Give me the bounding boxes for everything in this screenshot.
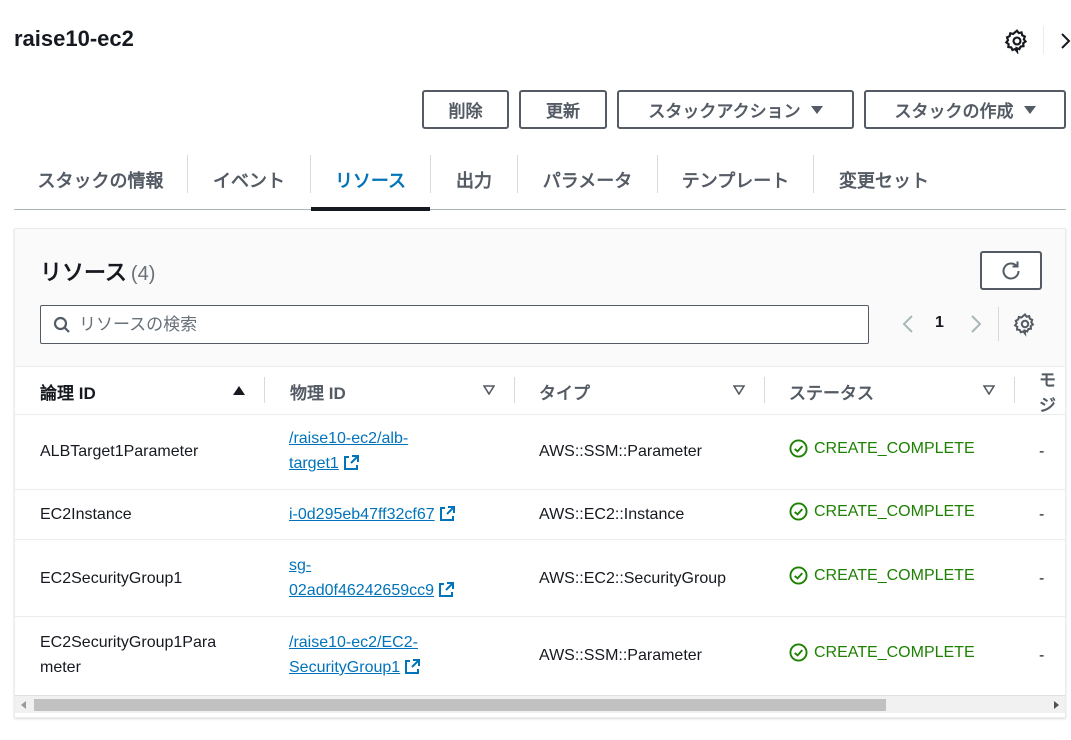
resources-panel: リソース(4) 1 論理 ID 物理 bbox=[14, 228, 1066, 718]
type-cell: AWS::EC2::Instance bbox=[539, 506, 685, 523]
page-title: raise10-ec2 bbox=[14, 26, 134, 51]
scrollbar-thumb[interactable] bbox=[34, 699, 886, 711]
caret-down-icon bbox=[810, 105, 823, 114]
delete-button[interactable]: 削除 bbox=[422, 90, 509, 129]
column-header-module[interactable]: モジ bbox=[1039, 367, 1065, 415]
status-cell: CREATE_COMPLETE bbox=[789, 439, 975, 458]
create-stack-dropdown[interactable]: スタックの作成 bbox=[864, 90, 1066, 129]
physical-id-cell: i-0d295eb47ff32cf67 bbox=[289, 502, 456, 527]
pagination-next-icon[interactable] bbox=[967, 311, 985, 337]
physical-id-link[interactable]: i-0d295eb47ff32cf67 bbox=[289, 506, 435, 523]
physical-id-cell: /raise10-ec2/alb- target1 bbox=[289, 426, 408, 476]
external-link-icon[interactable] bbox=[439, 505, 456, 522]
external-link-icon[interactable] bbox=[404, 658, 421, 675]
caret-down-icon bbox=[1023, 105, 1036, 114]
physical-id-link[interactable]: target1 bbox=[289, 455, 339, 472]
header-row-divider bbox=[15, 414, 1065, 415]
status-cell: CREATE_COMPLETE bbox=[789, 643, 975, 662]
type-cell: AWS::EC2::SecurityGroup bbox=[539, 570, 727, 587]
module-cell: - bbox=[1039, 443, 1045, 460]
stack-actions-dropdown[interactable]: スタックアクション bbox=[617, 90, 854, 129]
physical-id-cell: /raise10-ec2/EC2- SecurityGroup1 bbox=[289, 630, 421, 680]
physical-id-cell: sg- 02ad0f46242659cc9 bbox=[289, 553, 455, 603]
pagination-divider bbox=[998, 307, 999, 341]
scroll-right-arrow-icon[interactable] bbox=[1054, 701, 1059, 709]
tab-change-sets[interactable]: 変更セット bbox=[814, 150, 954, 209]
column-divider[interactable] bbox=[264, 377, 265, 403]
sort-caret-down-icon[interactable] bbox=[483, 385, 495, 395]
tab-parameters[interactable]: パラメータ bbox=[518, 150, 657, 209]
close-panel-icon[interactable] bbox=[1056, 28, 1071, 54]
resources-title: リソース (4) bbox=[40, 255, 155, 287]
logical-id-text: EC2SecurityGroup1Para bbox=[40, 634, 217, 651]
status-text: CREATE_COMPLETE bbox=[814, 566, 975, 584]
logical-id-cell: EC2SecurityGroup1Para meter bbox=[40, 630, 216, 680]
external-link-icon[interactable] bbox=[438, 581, 455, 598]
resource-search-input[interactable] bbox=[79, 314, 839, 335]
status-cell: CREATE_COMPLETE bbox=[789, 566, 975, 585]
column-header-status[interactable]: ステータス bbox=[789, 367, 874, 415]
sort-caret-down-icon[interactable] bbox=[733, 385, 745, 395]
header-divider bbox=[1043, 26, 1044, 54]
success-check-icon bbox=[789, 643, 808, 662]
status-text: CREATE_COMPLETE bbox=[814, 502, 975, 520]
column-header-type[interactable]: タイプ bbox=[539, 367, 590, 415]
row-divider bbox=[15, 539, 1065, 540]
resources-title-text: リソース bbox=[40, 260, 127, 285]
scroll-left-arrow-icon[interactable] bbox=[21, 701, 26, 709]
logical-id-cell: EC2Instance bbox=[40, 506, 132, 523]
update-button[interactable]: 更新 bbox=[519, 90, 607, 129]
type-cell: AWS::SSM::Parameter bbox=[539, 443, 702, 460]
logical-id-cell: EC2SecurityGroup1 bbox=[40, 570, 183, 587]
delete-button-label: 削除 bbox=[448, 102, 483, 121]
tab-template[interactable]: テンプレート bbox=[658, 150, 813, 209]
pagination-prev-icon[interactable] bbox=[899, 311, 917, 337]
success-check-icon bbox=[789, 502, 808, 521]
settings-gear-icon[interactable] bbox=[1004, 28, 1030, 54]
create-stack-label: スタックの作成 bbox=[894, 102, 1014, 121]
status-text: CREATE_COMPLETE bbox=[814, 643, 975, 661]
resources-panel-header: リソース(4) 1 bbox=[15, 229, 1065, 367]
row-divider bbox=[15, 616, 1065, 617]
column-header-logical-id[interactable]: 論理 ID bbox=[40, 367, 96, 415]
tab-stack-info[interactable]: スタックの情報 bbox=[14, 150, 187, 209]
logical-id-text: meter bbox=[40, 659, 81, 676]
status-text: CREATE_COMPLETE bbox=[814, 439, 975, 457]
physical-id-link[interactable]: 02ad0f46242659cc9 bbox=[289, 582, 434, 599]
column-divider[interactable] bbox=[1014, 377, 1015, 403]
physical-id-link[interactable]: /raise10-ec2/alb- bbox=[289, 430, 408, 447]
resource-search-field[interactable] bbox=[40, 305, 869, 344]
physical-id-link[interactable]: /raise10-ec2/EC2- bbox=[289, 634, 418, 651]
module-cell: - bbox=[1039, 506, 1045, 523]
column-divider[interactable] bbox=[514, 377, 515, 403]
update-button-label: 更新 bbox=[546, 102, 580, 121]
stack-tabs: スタックの情報 イベント リソース 出力 パラメータ テンプレート 変更セット bbox=[14, 150, 1066, 211]
tab-events[interactable]: イベント bbox=[188, 150, 310, 209]
resources-count: (4) bbox=[130, 263, 156, 285]
success-check-icon bbox=[789, 439, 808, 458]
row-divider bbox=[15, 489, 1065, 490]
success-check-icon bbox=[789, 566, 808, 585]
column-divider[interactable] bbox=[764, 377, 765, 403]
external-link-icon[interactable] bbox=[343, 454, 360, 471]
physical-id-link[interactable]: sg- bbox=[289, 557, 311, 574]
refresh-icon bbox=[1002, 261, 1020, 279]
pagination-current-page[interactable]: 1 bbox=[935, 314, 944, 332]
tab-resources[interactable]: リソース bbox=[311, 150, 430, 211]
module-cell: - bbox=[1039, 647, 1045, 664]
stack-actions-label: スタックアクション bbox=[648, 102, 801, 121]
tab-outputs[interactable]: 出力 bbox=[431, 150, 517, 209]
sort-caret-down-icon[interactable] bbox=[983, 385, 995, 395]
type-cell: AWS::SSM::Parameter bbox=[539, 647, 702, 664]
refresh-button[interactable] bbox=[980, 251, 1042, 290]
physical-id-link[interactable]: SecurityGroup1 bbox=[289, 659, 400, 676]
status-cell: CREATE_COMPLETE bbox=[789, 502, 975, 521]
module-cell: - bbox=[1039, 570, 1045, 587]
search-icon bbox=[53, 316, 70, 333]
column-header-physical-id[interactable]: 物理 ID bbox=[290, 367, 346, 415]
table-preferences-gear-icon[interactable] bbox=[1013, 311, 1037, 337]
horizontal-scrollbar[interactable] bbox=[15, 695, 1065, 713]
logical-id-cell: ALBTarget1Parameter bbox=[40, 443, 199, 460]
sort-ascending-icon[interactable] bbox=[233, 386, 245, 395]
